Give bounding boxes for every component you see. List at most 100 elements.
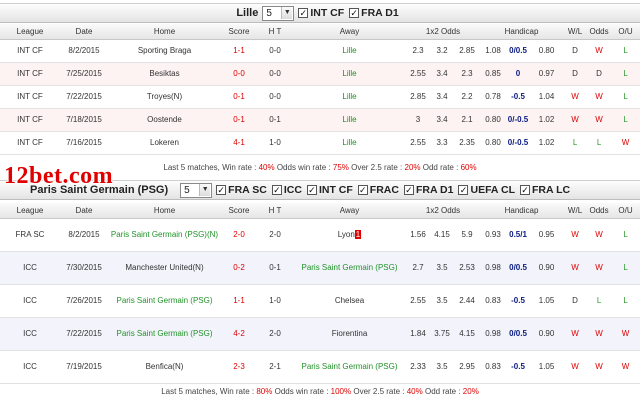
score-link[interactable]: 2-0	[221, 218, 257, 252]
odds-home-cell: 3	[406, 108, 430, 132]
checkbox-checked-icon: ✓	[271, 185, 282, 195]
odds-result-cell: W	[587, 218, 612, 252]
filter-int-cf-1[interactable]: ✓ INT CF	[298, 7, 344, 19]
ou-cell: L	[611, 284, 640, 318]
handicap-line-cell: -0.5	[506, 284, 531, 318]
away-team-link[interactable]: Lille	[293, 108, 406, 132]
handicap-home-cell: 1.08	[480, 39, 507, 63]
ht-cell: 1-0	[257, 284, 293, 318]
odds-home-cell: 2.7	[406, 251, 430, 285]
home-team-link[interactable]: Paris Saint Germain (PSG)	[108, 317, 221, 351]
match-count-select-2[interactable]: 5 ▼	[180, 182, 213, 198]
home-team-link[interactable]: Oostende	[108, 108, 221, 132]
odds-home-cell: 1.84	[406, 317, 430, 351]
ht-cell: 0-1	[257, 108, 293, 132]
score-link[interactable]: 0-1	[221, 108, 257, 132]
wl-cell: L	[563, 131, 588, 155]
col-away: Away	[293, 203, 406, 219]
odds-away-cell: 4.15	[454, 317, 481, 351]
home-team-link[interactable]: Besiktas	[108, 62, 221, 86]
handicap-away-cell: 1.02	[530, 108, 564, 132]
date-cell: 7/30/2015	[60, 251, 108, 285]
filter-int-cf-2[interactable]: ✓ INT CF	[306, 184, 353, 196]
score-link[interactable]: 1-1	[221, 39, 257, 63]
ou-cell: L	[611, 39, 640, 63]
handicap-line-cell: 0/0.5	[506, 39, 531, 63]
filter-fra-sc[interactable]: ✓ FRA SC	[216, 184, 267, 196]
filter-fra-lc[interactable]: ✓ FRA LC	[520, 184, 570, 196]
home-team-link[interactable]: Paris Saint Germain (PSG)(N)	[108, 218, 221, 252]
col-date: Date	[60, 24, 108, 40]
handicap-away-cell: 1.04	[530, 85, 564, 109]
odds-away-cell: 2.53	[454, 251, 481, 285]
handicap-line-cell: -0.5	[506, 350, 531, 384]
handicap-line-cell: 0/-0.5	[506, 131, 531, 155]
summary-line-psg: Last 5 matches, Win rate : 80% Odds win …	[161, 387, 479, 396]
score-link[interactable]: 0-2	[221, 251, 257, 285]
odds-home-cell: 2.3	[406, 39, 430, 63]
home-team-link[interactable]: Paris Saint Germain (PSG)	[108, 284, 221, 318]
home-team-link[interactable]: Troyes(N)	[108, 85, 221, 109]
odds-home-cell: 2.55	[406, 131, 430, 155]
ou-cell: W	[611, 317, 640, 351]
col-wl: W/L	[563, 24, 588, 40]
away-team-link[interactable]: Lille	[293, 131, 406, 155]
col-ht: H T	[257, 24, 293, 40]
odds-result-cell: W	[587, 108, 612, 132]
ou-cell: W	[611, 350, 640, 384]
date-cell: 7/19/2015	[60, 350, 108, 384]
score-link[interactable]: 4-1	[221, 131, 257, 155]
table-row: INT CF 8/2/2015 Sporting Braga 1-1 0-0 L…	[0, 39, 640, 63]
away-team-link[interactable]: Paris Saint Germain (PSG)	[293, 251, 406, 285]
match-count-select-1[interactable]: 5 ▼	[262, 5, 295, 21]
wl-cell: D	[563, 284, 588, 318]
psg-matches-table: League Date Home Score H T Away 1x2 Odds…	[0, 203, 640, 384]
checkbox-checked-icon: ✓	[216, 185, 227, 195]
checkbox-checked-icon: ✓	[306, 185, 317, 195]
away-team-link[interactable]: Chelsea	[293, 284, 406, 318]
away-team-link[interactable]: Fiorentina	[293, 317, 406, 351]
filter-icc[interactable]: ✓ ICC	[271, 184, 302, 196]
wl-cell: W	[563, 350, 588, 384]
away-team-link[interactable]: Lille	[293, 39, 406, 63]
odds-away-cell: 2.1	[454, 108, 481, 132]
ou-cell: L	[611, 62, 640, 86]
home-team-link[interactable]: Sporting Braga	[108, 39, 221, 63]
home-team-link[interactable]: Benfica(N)	[108, 350, 221, 384]
odds-result-cell: W	[587, 350, 612, 384]
filter-fra-d1-2[interactable]: ✓ FRA D1	[403, 184, 453, 196]
ou-cell: L	[611, 251, 640, 285]
wl-cell: W	[563, 317, 588, 351]
table-header-row: League Date Home Score H T Away 1x2 Odds…	[0, 203, 640, 219]
filter-frac[interactable]: ✓ FRAC	[357, 184, 399, 196]
score-link[interactable]: 0-1	[221, 85, 257, 109]
away-team-link[interactable]: Lille	[293, 62, 406, 86]
away-team-link[interactable]: Lille	[293, 85, 406, 109]
handicap-away-cell: 1.05	[530, 350, 564, 384]
score-link[interactable]: 4-2	[221, 317, 257, 351]
score-link[interactable]: 2-3	[221, 350, 257, 384]
col-ou: O/U	[611, 203, 640, 219]
odds-draw-cell: 3.3	[430, 131, 454, 155]
ht-cell: 2-1	[257, 350, 293, 384]
ht-cell: 0-0	[257, 62, 293, 86]
odds-away-cell: 2.44	[454, 284, 481, 318]
table-row: INT CF 7/16/2015 Lokeren 4-1 1-0 Lille 2…	[0, 131, 640, 155]
odds-home-cell: 1.56	[406, 218, 430, 252]
score-link[interactable]: 0-0	[221, 62, 257, 86]
handicap-line-cell: 0/0.5	[506, 251, 531, 285]
handicap-line-cell: 0.5/1	[506, 218, 531, 252]
odds-home-cell: 2.55	[406, 62, 430, 86]
home-team-link[interactable]: Lokeren	[108, 131, 221, 155]
filter-uefa-cl[interactable]: ✓ UEFA CL	[458, 184, 515, 196]
wl-cell: D	[563, 39, 588, 63]
league-cell: INT CF	[0, 62, 60, 86]
col-wl: W/L	[563, 203, 588, 219]
handicap-home-cell: 0.93	[480, 218, 507, 252]
away-team-link[interactable]: Paris Saint Germain (PSG)	[293, 350, 406, 384]
filter-fra-d1-1[interactable]: ✓ FRA D1	[349, 7, 399, 19]
score-link[interactable]: 1-1	[221, 284, 257, 318]
home-team-link[interactable]: Manchester United(N)	[108, 251, 221, 285]
date-cell: 7/22/2015	[60, 85, 108, 109]
away-team-link[interactable]: Lyon1	[293, 218, 406, 252]
